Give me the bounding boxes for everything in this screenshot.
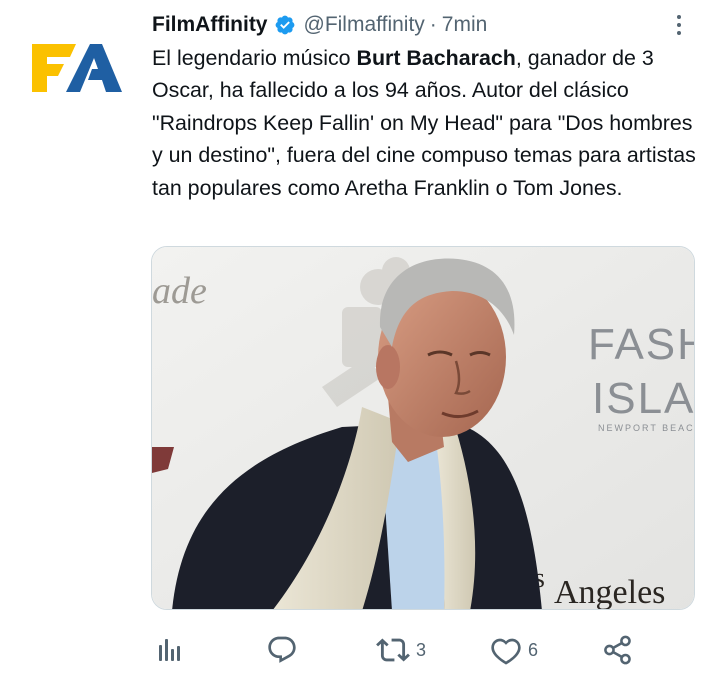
backdrop-text-1: ade (152, 270, 207, 312)
views-button[interactable] (156, 628, 186, 672)
tweet-timestamp[interactable]: 7min (442, 13, 488, 37)
tweet-text-part1: El legendario músico (152, 46, 357, 70)
photo-illustration: ade FASH ISLA NEWPORT BEACH, CA Angeles … (152, 247, 695, 610)
views-icon (159, 639, 180, 661)
verified-badge-icon (274, 14, 296, 36)
reply-icon (268, 636, 296, 663)
retweet-icon (376, 638, 410, 662)
tweet-header: FilmAffinity @Filmaffinity · 7min (152, 10, 487, 40)
like-icon (491, 638, 521, 665)
tweet-text-bold[interactable]: Burt Bacharach (357, 46, 516, 70)
backdrop-text-5: Angeles (554, 574, 665, 610)
tweet-actions: 3 6 (152, 628, 700, 672)
like-count: 6 (528, 639, 539, 660)
header-separator: · (429, 13, 437, 36)
tweet-text: El legendario músico Burt Bacharach, gan… (152, 42, 700, 204)
backdrop-text-2: FASH (588, 320, 695, 369)
author-avatar[interactable]: FA (30, 38, 122, 98)
reply-button[interactable] (266, 628, 298, 672)
retweet-button[interactable]: 3 (376, 628, 426, 672)
tweet-media-image[interactable]: ade FASH ISLA NEWPORT BEACH, CA Angeles … (151, 246, 695, 610)
author-name[interactable]: FilmAffinity (152, 13, 268, 37)
backdrop-text-4: NEWPORT BEACH, CA (598, 423, 695, 433)
filmaffinity-logo: FA (30, 38, 122, 92)
share-icon (604, 635, 631, 665)
share-button[interactable] (602, 628, 634, 672)
retweet-count: 3 (416, 639, 427, 660)
like-button[interactable]: 6 (490, 628, 538, 672)
avatar-logo-text: FA (30, 38, 32, 39)
more-options-icon[interactable] (668, 10, 690, 40)
author-handle[interactable]: @Filmaffinity (304, 13, 425, 37)
backdrop-text-3: ISLA (592, 374, 695, 423)
